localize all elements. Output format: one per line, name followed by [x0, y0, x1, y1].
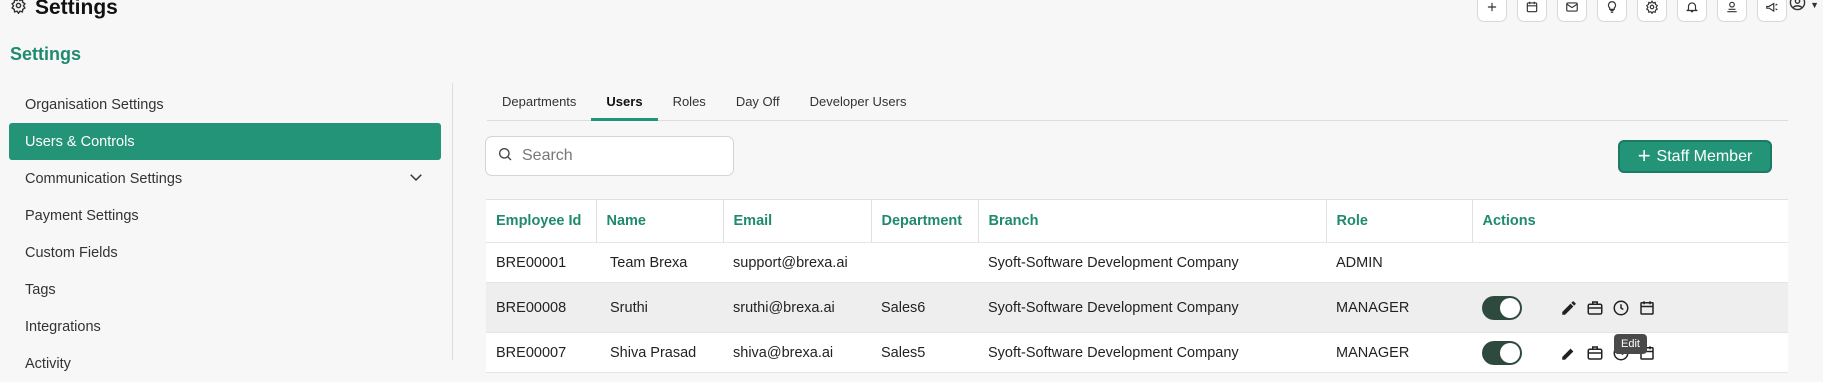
cell-name: Sruthi [596, 282, 723, 333]
account-icon [1789, 0, 1806, 16]
sidebar-item-payment-settings[interactable]: Payment Settings [9, 197, 441, 234]
cell-name: Shiva Prasad [596, 332, 723, 373]
clock-icon[interactable] [1612, 299, 1630, 317]
cell-name: Team Brexa [596, 242, 723, 283]
cell-role: ADMIN [1326, 242, 1472, 283]
top-bar: Settings ▼ [0, 0, 1823, 32]
cell-employee-id: BRE00008 [486, 282, 596, 333]
megaphone-icon[interactable] [1757, 0, 1787, 22]
column-header-email[interactable]: Email [723, 199, 872, 243]
sidebar-item-activity[interactable]: Activity [9, 345, 441, 382]
lightbulb-icon[interactable] [1597, 0, 1627, 22]
column-header-name[interactable]: Name [596, 199, 724, 243]
edit-tooltip: Edit [1614, 334, 1647, 354]
settings-sidebar: Organisation Settings Users & Controls C… [9, 86, 441, 382]
cell-employee-id: BRE00001 [486, 242, 596, 283]
sidebar-item-custom-fields[interactable]: Custom Fields [9, 234, 441, 271]
cell-actions [1472, 282, 1788, 333]
chevron-down-icon [407, 168, 425, 190]
plus-icon: + [1637, 142, 1651, 168]
sidebar-divider [452, 83, 453, 360]
cell-employee-id: BRE00007 [486, 332, 596, 373]
table-header-row: Employee Id Name Email Department Branch… [486, 199, 1788, 243]
edit-pencil-icon[interactable] [1560, 344, 1578, 362]
column-header-department[interactable]: Department [871, 199, 979, 243]
sidebar-item-communication-settings[interactable]: Communication Settings [9, 160, 441, 197]
column-header-actions: Actions [1472, 199, 1788, 243]
gear-icon[interactable] [1637, 0, 1667, 22]
mail-icon[interactable] [1557, 0, 1587, 22]
tab-day-off[interactable]: Day Off [721, 86, 795, 121]
add-staff-member-button[interactable]: + Staff Member [1618, 140, 1772, 173]
cell-role: MANAGER [1326, 332, 1472, 373]
profile-menu[interactable]: ▼ [1789, 0, 1819, 16]
sidebar-item-users-controls[interactable]: Users & Controls [9, 123, 441, 160]
cell-branch: Syoft-Software Development Company [978, 332, 1326, 373]
column-header-role[interactable]: Role [1326, 199, 1473, 243]
cell-role: MANAGER [1326, 282, 1472, 333]
cell-email: shiva@brexa.ai [723, 332, 871, 373]
column-header-employee-id[interactable]: Employee Id [486, 199, 597, 243]
cell-department [871, 242, 978, 283]
tab-departments[interactable]: Departments [487, 86, 591, 121]
cell-department: Sales5 [871, 332, 978, 373]
settings-gear-icon [10, 0, 27, 20]
app-title: Settings [10, 0, 118, 20]
top-icon-bar [1477, 0, 1787, 22]
calendar-icon[interactable] [1517, 0, 1547, 22]
search-box [485, 136, 734, 176]
user-badge-icon[interactable] [1717, 0, 1747, 22]
tab-developer-users[interactable]: Developer Users [795, 86, 922, 121]
search-icon [497, 146, 513, 167]
tab-roles[interactable]: Roles [658, 86, 721, 121]
cell-email: sruthi@brexa.ai [723, 282, 871, 333]
bell-icon[interactable] [1677, 0, 1707, 22]
tab-bar: Departments Users Roles Day Off Develope… [487, 86, 1788, 121]
cell-email: support@brexa.ai [723, 242, 871, 283]
tab-users[interactable]: Users [591, 86, 658, 121]
table-row[interactable]: BRE00008 Sruthi sruthi@brexa.ai Sales6 S… [486, 282, 1788, 333]
sidebar-item-integrations[interactable]: Integrations [9, 308, 441, 345]
briefcase-icon[interactable] [1586, 344, 1604, 362]
page-title: Settings [10, 44, 82, 64]
chevron-down-icon: ▼ [1810, 0, 1819, 10]
calendar-icon[interactable] [1638, 299, 1656, 317]
table-row[interactable]: BRE00001 Team Brexa support@brexa.ai Syo… [486, 242, 1788, 283]
app-title-text: Settings [35, 0, 118, 19]
table-row[interactable]: BRE00007 Shiva Prasad shiva@brexa.ai Sal… [486, 332, 1788, 373]
cell-department: Sales6 [871, 282, 978, 333]
sidebar-item-tags[interactable]: Tags [9, 271, 441, 308]
briefcase-icon[interactable] [1586, 299, 1604, 317]
cell-branch: Syoft-Software Development Company [978, 242, 1326, 283]
edit-pencil-icon[interactable] [1560, 299, 1578, 317]
cell-actions [1472, 242, 1788, 283]
cell-branch: Syoft-Software Development Company [978, 282, 1326, 333]
active-toggle[interactable] [1482, 340, 1522, 365]
column-header-branch[interactable]: Branch [978, 199, 1327, 243]
active-toggle[interactable] [1482, 295, 1522, 320]
sidebar-item-organisation-settings[interactable]: Organisation Settings [9, 86, 441, 123]
users-table: Employee Id Name Email Department Branch… [486, 199, 1788, 373]
plus-icon[interactable] [1477, 0, 1507, 22]
search-input[interactable] [522, 147, 712, 165]
